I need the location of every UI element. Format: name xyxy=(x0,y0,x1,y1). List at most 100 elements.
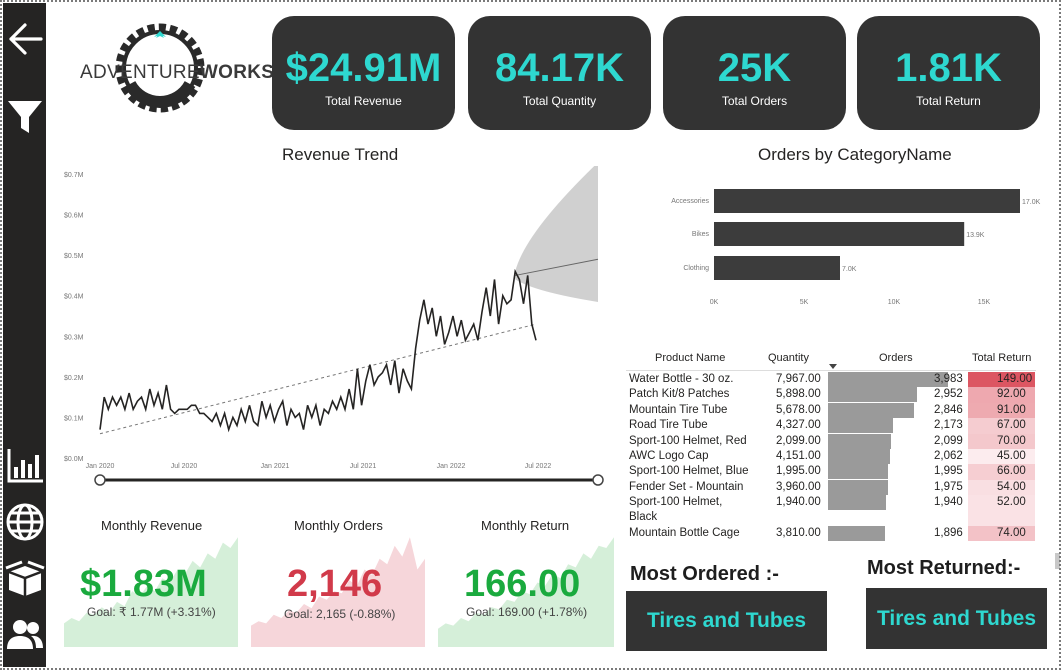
orders-by-category-title: Orders by CategoryName xyxy=(758,145,952,164)
cell-orders: 3,983 xyxy=(934,373,963,385)
cell-product-name: AWC Logo Cap xyxy=(629,449,709,462)
table-row[interactable]: Sport-100 Helmet, Blue 1,995.00 1,995 66.00 xyxy=(626,464,1036,480)
x-tick-label: 15K xyxy=(978,299,991,306)
category-data-label: 13.9K xyxy=(966,232,985,239)
cell-orders: 1,995 xyxy=(934,465,963,478)
y-tick-label: $0.7M xyxy=(64,172,84,179)
cell-total-return: 91.00 xyxy=(997,403,1026,416)
cell-product-name: Sport-100 Helmet, xyxy=(629,496,723,509)
x-tick-label: Jan 2021 xyxy=(261,463,290,470)
orders-databar xyxy=(828,479,888,495)
users-icon[interactable] xyxy=(3,613,46,657)
cell-product-name: Patch Kit/8 Patches xyxy=(629,388,730,401)
bar-chart-icon[interactable] xyxy=(3,443,46,487)
y-tick-label: $0.2M xyxy=(64,375,84,382)
filter-icon[interactable] xyxy=(3,95,46,139)
header-product-name[interactable]: Product Name xyxy=(655,352,725,364)
sort-desc-icon xyxy=(829,364,837,369)
revenue-trend-chart[interactable]: $0.7M $0.6M $0.5M $0.4M $0.3M $0.2M $0.1M $0.0M… xyxy=(50,166,610,496)
cell-product-name: Road Tire Tube xyxy=(629,419,708,432)
monthly-return-title: Monthly Return xyxy=(481,518,570,533)
table-row[interactable]: Water Bottle - 30 oz. 7,967.00 3,983 149.00 xyxy=(626,372,1036,388)
orders-databar xyxy=(828,495,887,511)
cell-product-name: Mountain Bottle Cage xyxy=(629,526,740,539)
date-slider-end-handle[interactable] xyxy=(592,474,604,486)
monthly-orders-title: Monthly Orders xyxy=(294,518,383,533)
most-returned-value: Tires and Tubes xyxy=(876,606,1037,630)
orders-databar xyxy=(828,433,892,449)
cell-total-return: 149.00 xyxy=(997,373,1033,385)
category-label: Bikes xyxy=(692,231,710,238)
table-row[interactable]: Mountain Tire Tube 5,678.00 2,846 91.00 xyxy=(626,402,1036,419)
cell-product-name: Fender Set - Mountain xyxy=(629,480,744,493)
cell-total-return: 70.00 xyxy=(997,434,1026,447)
category-bar xyxy=(714,256,840,280)
cell-product-name-line2: Black xyxy=(629,511,658,524)
header-orders[interactable]: Orders xyxy=(879,352,913,364)
orders-databar xyxy=(828,402,914,418)
kpi-value: 84.17K xyxy=(495,46,624,90)
category-label: Accessories xyxy=(671,198,709,205)
cell-product-name: Sport-100 Helmet, Blue xyxy=(629,465,749,478)
cell-quantity: 3,810.00 xyxy=(776,526,821,539)
category-data-label: 7.0K xyxy=(842,266,857,273)
x-tick-label: Jul 2020 xyxy=(171,463,198,470)
kpi-card-total-return: 1.81K Total Return xyxy=(857,16,1040,130)
x-tick-label: Jan 2022 xyxy=(437,463,466,470)
cell-product-name: Sport-100 Helmet, Red xyxy=(629,434,747,447)
table-row[interactable]: Sport-100 Helmet, Red 2,099.00 2,099 70.00 xyxy=(626,433,1036,449)
table-row[interactable]: Sport-100 Helmet, 1,940.00 1,940 52.00 Black xyxy=(626,495,1036,526)
cell-total-return: 52.00 xyxy=(997,496,1026,509)
dashboard: ADVENTUREWORKS $24.91M Total Revenue 84.… xyxy=(0,0,1061,670)
logo-wordmark: ADVENTUREWORKS xyxy=(80,62,275,83)
category-data-label: 17.0K xyxy=(1022,199,1041,206)
cell-quantity: 4,327.00 xyxy=(776,419,821,432)
cell-quantity: 5,678.00 xyxy=(776,403,821,416)
revenue-series-line xyxy=(99,268,537,433)
monthly-revenue-value: $1.83M xyxy=(80,563,207,605)
cell-quantity: 5,898.00 xyxy=(776,388,821,401)
monthly-revenue-title: Monthly Revenue xyxy=(101,518,203,533)
globe-icon[interactable] xyxy=(3,500,46,544)
table-row[interactable]: Mountain Bottle Cage 3,810.00 1,896 74.00 xyxy=(626,525,1036,542)
x-tick-label: Jul 2022 xyxy=(525,463,552,470)
table-row[interactable]: Fender Set - Mountain 3,960.00 1,975 54.00 xyxy=(626,479,1036,496)
orders-databar xyxy=(828,448,891,464)
cell-orders: 1,896 xyxy=(934,526,963,539)
x-tick-label: Jan 2020 xyxy=(86,463,115,470)
table-header: Product Name Quantity Orders Total Retur… xyxy=(626,350,1036,369)
most-ordered-label: Most Ordered :- xyxy=(630,563,779,585)
x-tick-label: 0K xyxy=(710,299,719,306)
kpi-card-total-orders: 25K Total Orders xyxy=(663,16,846,130)
back-arrow-icon[interactable] xyxy=(3,17,46,61)
cell-orders: 2,173 xyxy=(934,419,963,432)
kpi-value: 25K xyxy=(717,46,792,90)
cell-total-return: 67.00 xyxy=(997,419,1026,432)
cell-total-return: 45.00 xyxy=(997,449,1026,462)
header-quantity[interactable]: Quantity xyxy=(768,352,809,364)
cell-quantity: 1,995.00 xyxy=(776,465,821,478)
most-ordered-card: Tires and Tubes xyxy=(626,591,827,651)
x-tick-label: 10K xyxy=(888,299,901,306)
table-row[interactable]: Patch Kit/8 Patches 5,898.00 2,952 92.00 xyxy=(626,387,1036,403)
y-tick-label: $0.4M xyxy=(64,294,84,301)
table-scrollbar[interactable] xyxy=(1055,553,1060,569)
kpi-label: Total Orders xyxy=(721,94,788,108)
cell-orders: 1,940 xyxy=(934,496,963,509)
cell-product-name: Water Bottle - 30 oz. xyxy=(629,373,734,385)
table-row[interactable]: Road Tire Tube 4,327.00 2,173 67.00 xyxy=(626,418,1036,434)
orders-databar xyxy=(828,372,948,387)
products-table[interactable]: Product Name Quantity Orders Total Retur… xyxy=(626,350,1036,542)
box-icon[interactable] xyxy=(3,556,46,600)
date-slider-start-handle[interactable] xyxy=(94,474,106,486)
category-label: Clothing xyxy=(683,265,709,272)
table-row[interactable]: AWC Logo Cap 4,151.00 2,062 45.00 xyxy=(626,448,1036,465)
monthly-revenue-goal: Goal: ₹ 1.77M (+3.31%) xyxy=(87,605,216,619)
cell-orders: 2,952 xyxy=(934,388,963,401)
most-returned-card: Tires and Tubes xyxy=(866,588,1047,649)
orders-by-category-chart[interactable]: Accessories 17.0K Bikes 13.9K Clothing 7.0K 0K… xyxy=(640,180,1060,310)
y-tick-label: $0.5M xyxy=(64,253,84,260)
most-ordered-value: Tires and Tubes xyxy=(646,609,807,632)
orders-databar xyxy=(828,387,917,403)
header-total-return[interactable]: Total Return xyxy=(972,352,1031,364)
